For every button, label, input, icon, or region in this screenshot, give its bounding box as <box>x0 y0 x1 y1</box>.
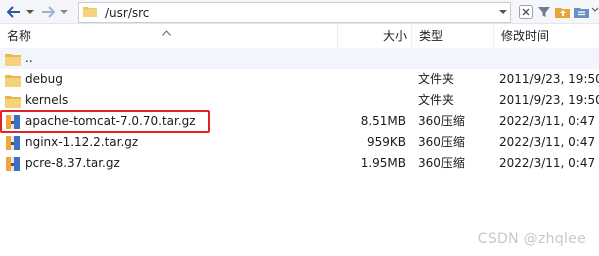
folder-icon <box>5 53 21 66</box>
file-name: kernels <box>25 93 69 107</box>
file-name: nginx-1.12.2.tar.gz <box>25 135 139 149</box>
column-header: 名称 大小 类型 修改时间 <box>0 24 599 48</box>
file-modified: 2022/3/11, 0:47 <box>499 156 596 170</box>
file-type: 文件夹 <box>418 93 455 107</box>
file-name: pcre-8.37.tar.gz <box>25 156 120 170</box>
column-modified[interactable]: 修改时间 <box>494 24 599 48</box>
file-size <box>340 69 406 90</box>
archive-icon <box>6 135 20 150</box>
file-type: 360压缩 <box>418 135 465 149</box>
file-name: .. <box>25 51 33 65</box>
file-name-cell: .. <box>5 48 335 69</box>
forward-icon[interactable] <box>38 3 58 21</box>
list-item-nginx[interactable]: nginx-1.12.2.tar.gz 959KB 360压缩 2022/3/1… <box>0 132 599 153</box>
address-dropdown-icon[interactable] <box>496 2 510 23</box>
file-size <box>340 90 406 111</box>
file-modified: 2011/9/23, 19:50 <box>499 93 599 107</box>
back-icon[interactable] <box>4 3 24 21</box>
forward-dropdown-icon[interactable] <box>58 3 70 21</box>
list-item-pcre[interactable]: pcre-8.37.tar.gz 1.95MB 360压缩 2022/3/11,… <box>0 153 599 174</box>
root-folder-icon[interactable] <box>574 4 590 20</box>
column-modified-label: 修改时间 <box>501 29 550 43</box>
address-bar[interactable]: /usr/src <box>78 2 511 23</box>
column-size-label: 大小 <box>382 29 407 43</box>
file-name-cell: debug <box>5 69 335 90</box>
column-type-label: 类型 <box>419 29 444 43</box>
column-name-label: 名称 <box>7 29 32 43</box>
file-name-cell: pcre-8.37.tar.gz <box>5 153 335 174</box>
column-name[interactable]: 名称 <box>0 24 338 48</box>
archive-icon <box>6 156 20 171</box>
highlight-box <box>0 110 210 133</box>
file-size: 1.95MB <box>360 156 406 170</box>
file-type: 文件夹 <box>418 72 455 86</box>
list-item-kernels[interactable]: kernels 文件夹 2011/9/23, 19:50 <box>0 90 599 111</box>
more-icon[interactable] <box>590 4 599 20</box>
file-modified: 2022/3/11, 0:47 <box>499 135 596 149</box>
address-path: /usr/src <box>105 5 150 20</box>
file-modified: 2022/3/11, 0:47 <box>499 114 596 128</box>
parent-folder-icon[interactable] <box>555 4 571 20</box>
watermark: CSDN @zhqlee <box>477 231 586 247</box>
filter-icon[interactable] <box>536 4 552 20</box>
column-type[interactable]: 类型 <box>412 24 494 48</box>
file-type: 360压缩 <box>418 114 465 128</box>
folder-icon <box>5 95 21 108</box>
folder-icon <box>5 74 21 87</box>
toolbar: /usr/src <box>0 0 599 24</box>
file-size: 8.51MB <box>360 114 406 128</box>
file-modified: 2011/9/23, 19:50 <box>499 72 599 86</box>
back-dropdown-icon[interactable] <box>24 3 36 21</box>
file-size: 959KB <box>366 135 406 149</box>
file-type: 360压缩 <box>418 156 465 170</box>
list-item-debug[interactable]: debug 文件夹 2011/9/23, 19:50 <box>0 69 599 90</box>
column-size[interactable]: 大小 <box>338 24 412 48</box>
sort-ascending-icon <box>162 22 171 46</box>
file-name-cell: kernels <box>5 90 335 111</box>
file-name-cell: nginx-1.12.2.tar.gz <box>5 132 335 153</box>
folder-icon <box>83 5 97 20</box>
file-name: debug <box>25 72 63 86</box>
close-icon[interactable] <box>518 4 534 20</box>
list-item-parent[interactable]: .. <box>0 48 599 69</box>
